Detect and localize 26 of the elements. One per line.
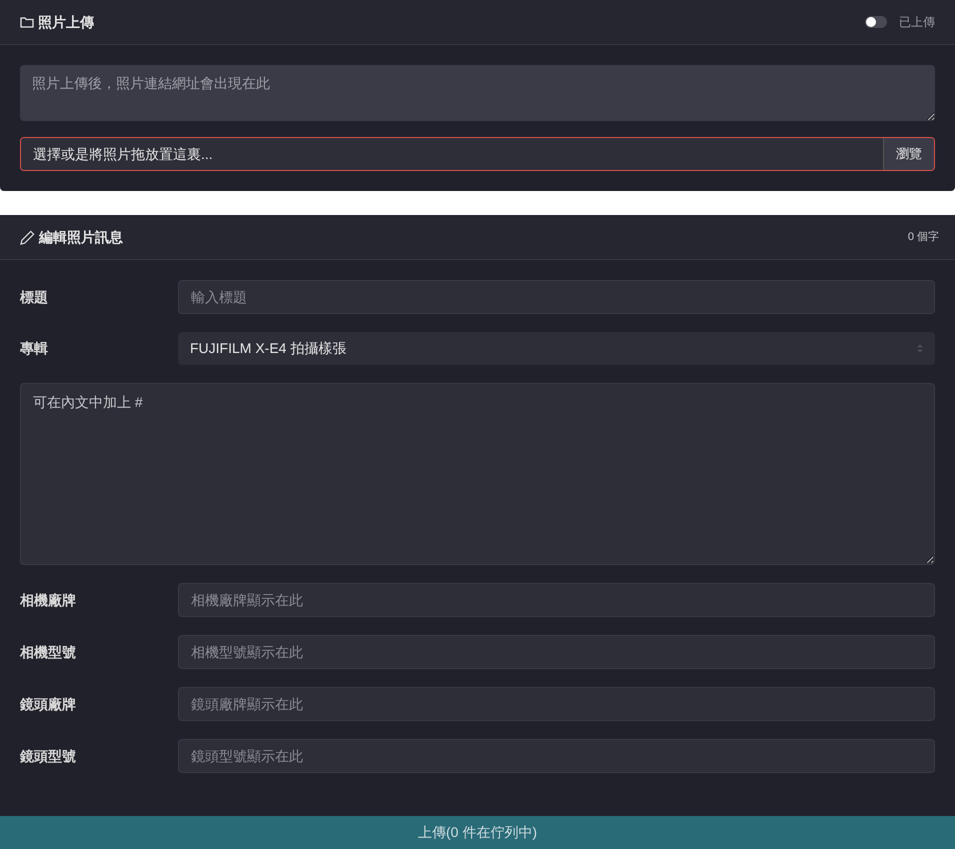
toggle-switch[interactable] xyxy=(865,16,887,28)
toggle-label: 已上傳 xyxy=(899,14,935,31)
pencil-icon xyxy=(20,230,35,244)
field-label: 鏡頭廠牌 xyxy=(20,694,77,714)
field-label: 標題 xyxy=(20,288,49,306)
url-textarea[interactable]: 照片上傳後，照片連結網址會出現在此 xyxy=(20,65,935,121)
char-count: 0 個字 xyxy=(908,230,939,245)
card-title: 編輯照片訊息 xyxy=(39,228,123,247)
detail-input[interactable]: 鏡頭型號顯示在此 xyxy=(178,739,935,773)
sort-icon xyxy=(917,344,923,353)
card-title: 照片上傳 xyxy=(38,12,94,32)
browse-button[interactable]: 瀏覽 xyxy=(883,138,934,170)
field-label: 專輯 xyxy=(20,339,49,358)
field-label: 相機廠牌 xyxy=(20,590,77,610)
field-label: 相機型號 xyxy=(20,642,77,662)
detail-input[interactable]: 相機型號顯示在此 xyxy=(178,635,935,669)
detail-input[interactable]: 相機廠牌顯示在此 xyxy=(178,583,935,617)
folder-icon xyxy=(20,16,34,28)
album-select[interactable]: FUJIFILM X-E4 拍攝樣張 xyxy=(178,332,935,365)
upload-button[interactable]: 上傳(0 件在佇列中) xyxy=(0,816,955,849)
file-picker[interactable]: 選擇或是將照片拖放置這裏... 瀏覽 xyxy=(20,137,935,171)
title-input[interactable]: 輸入標題 xyxy=(178,280,935,314)
detail-input[interactable]: 鏡頭廠牌顯示在此 xyxy=(178,687,935,721)
file-placeholder: 選擇或是將照片拖放置這裏... xyxy=(21,138,883,170)
field-label: 鏡頭型號 xyxy=(20,746,77,766)
body-textarea[interactable]: 可在內文中加上 # xyxy=(20,383,935,565)
